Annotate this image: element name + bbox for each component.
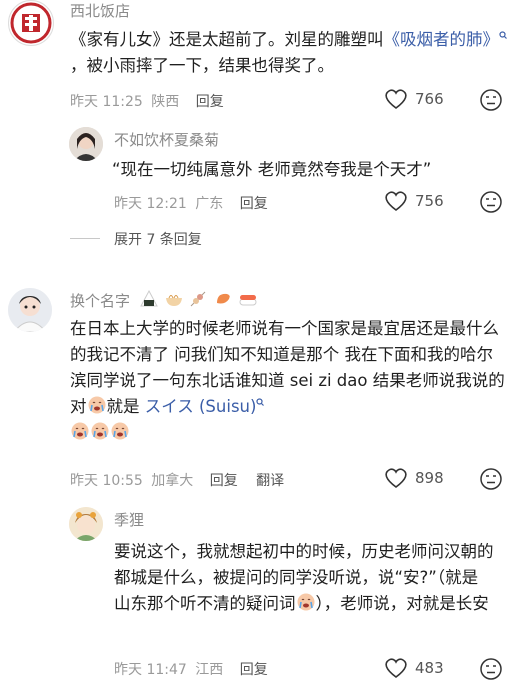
badge-icons <box>139 289 258 310</box>
noodle-bowl-icon <box>165 295 182 306</box>
dislike-button[interactable] <box>479 657 503 685</box>
comment-location: 广东 <box>195 196 224 212</box>
dislike-face-icon <box>480 468 502 490</box>
onigiri-icon <box>139 289 158 307</box>
heart-icon <box>385 658 407 678</box>
avatar[interactable] <box>69 127 103 161</box>
avatar[interactable] <box>8 288 52 332</box>
dislike-button[interactable] <box>479 88 503 116</box>
like-count: 756 <box>415 192 444 210</box>
like-count: 898 <box>415 469 444 487</box>
comment-location: 陕西 <box>151 94 180 110</box>
reply-button[interactable]: 回复 <box>210 473 238 489</box>
reply-button[interactable]: 回复 <box>240 662 268 678</box>
comment-time: 昨天 10:55 <box>70 473 143 489</box>
like-count: 766 <box>415 90 444 108</box>
crying-face-icon <box>111 422 129 440</box>
expand-replies-button[interactable]: 展开 7 条回复 <box>114 229 202 249</box>
user-avatar-icon <box>8 288 52 332</box>
comment-meta: 昨天 11:25 陕西 回复 <box>70 91 224 111</box>
comment-body: 要说这个，我就想起初中的时候，历史老师问汉朝的都城是什么，被提问的同学没听说，说… <box>114 542 494 613</box>
like-button[interactable]: 766 <box>383 88 444 110</box>
crying-face-icon <box>297 593 314 611</box>
comment-body: “现在一切纯属意外 老师竟然夸我是个天才” <box>112 160 432 179</box>
crying-face-icon <box>71 422 89 440</box>
search-link[interactable]: スイス (Suisu) <box>145 397 257 416</box>
like-button[interactable]: 898 <box>383 467 444 489</box>
user-avatar-icon <box>69 127 103 161</box>
avatar[interactable] <box>8 0 54 46</box>
comment-meta: 昨天 10:55 加拿大 回复 翻译 <box>70 470 284 490</box>
restaurant-logo-icon <box>10 2 52 44</box>
comment-location: 加拿大 <box>151 473 194 489</box>
comment-time: 昨天 12:21 <box>114 196 187 212</box>
comment-meta: 昨天 11:47 江西 回复 <box>114 659 268 679</box>
crying-face-icon <box>91 422 109 440</box>
heart-icon <box>385 468 407 488</box>
skewer-icon <box>191 291 206 307</box>
comment-username[interactable]: 季狸 <box>114 509 144 530</box>
comment-body: 《家有儿女》还是太超前了。刘星的雕塑叫《吸烟者的肺》，被小雨摔了一下，结果也得奖… <box>70 27 510 79</box>
search-icon <box>499 31 507 39</box>
comment-username[interactable]: 西北饭店 <box>70 0 130 21</box>
avatar[interactable] <box>69 507 103 541</box>
reply-button[interactable]: 回复 <box>240 196 268 212</box>
comment-time: 昨天 11:25 <box>70 94 143 110</box>
comment-time: 昨天 11:47 <box>114 662 187 678</box>
username-text: 换个名字 <box>70 292 131 310</box>
reply-button[interactable]: 回复 <box>196 94 224 110</box>
heart-icon <box>385 89 407 109</box>
search-link[interactable]: 《吸烟者的肺》 <box>384 30 500 49</box>
like-count: 483 <box>415 659 444 677</box>
comment-location: 江西 <box>195 662 224 678</box>
dislike-button[interactable] <box>479 190 503 218</box>
comment-meta: 昨天 12:21 广东 回复 <box>114 193 268 213</box>
dislike-face-icon <box>480 658 502 680</box>
translate-button[interactable]: 翻译 <box>256 473 284 489</box>
heart-icon <box>385 191 407 211</box>
shrimp-icon <box>217 293 230 304</box>
comment-username[interactable]: 换个名字 <box>70 289 258 311</box>
sushi-icon <box>239 295 257 306</box>
crying-face-icon <box>88 396 105 414</box>
comment-body: 在日本上大学的时候老师说有一个国家是最宜居还是最什么的我记不清了 问我们知不知道… <box>70 316 506 446</box>
dislike-button[interactable] <box>479 467 503 495</box>
dislike-face-icon <box>480 89 502 111</box>
dislike-face-icon <box>480 191 502 213</box>
expand-divider <box>70 238 100 239</box>
user-avatar-icon <box>69 507 103 541</box>
search-icon <box>256 398 265 406</box>
like-button[interactable]: 483 <box>383 657 444 679</box>
comment-username[interactable]: 不如饮杯夏桑菊 <box>114 129 219 150</box>
like-button[interactable]: 756 <box>383 190 444 212</box>
